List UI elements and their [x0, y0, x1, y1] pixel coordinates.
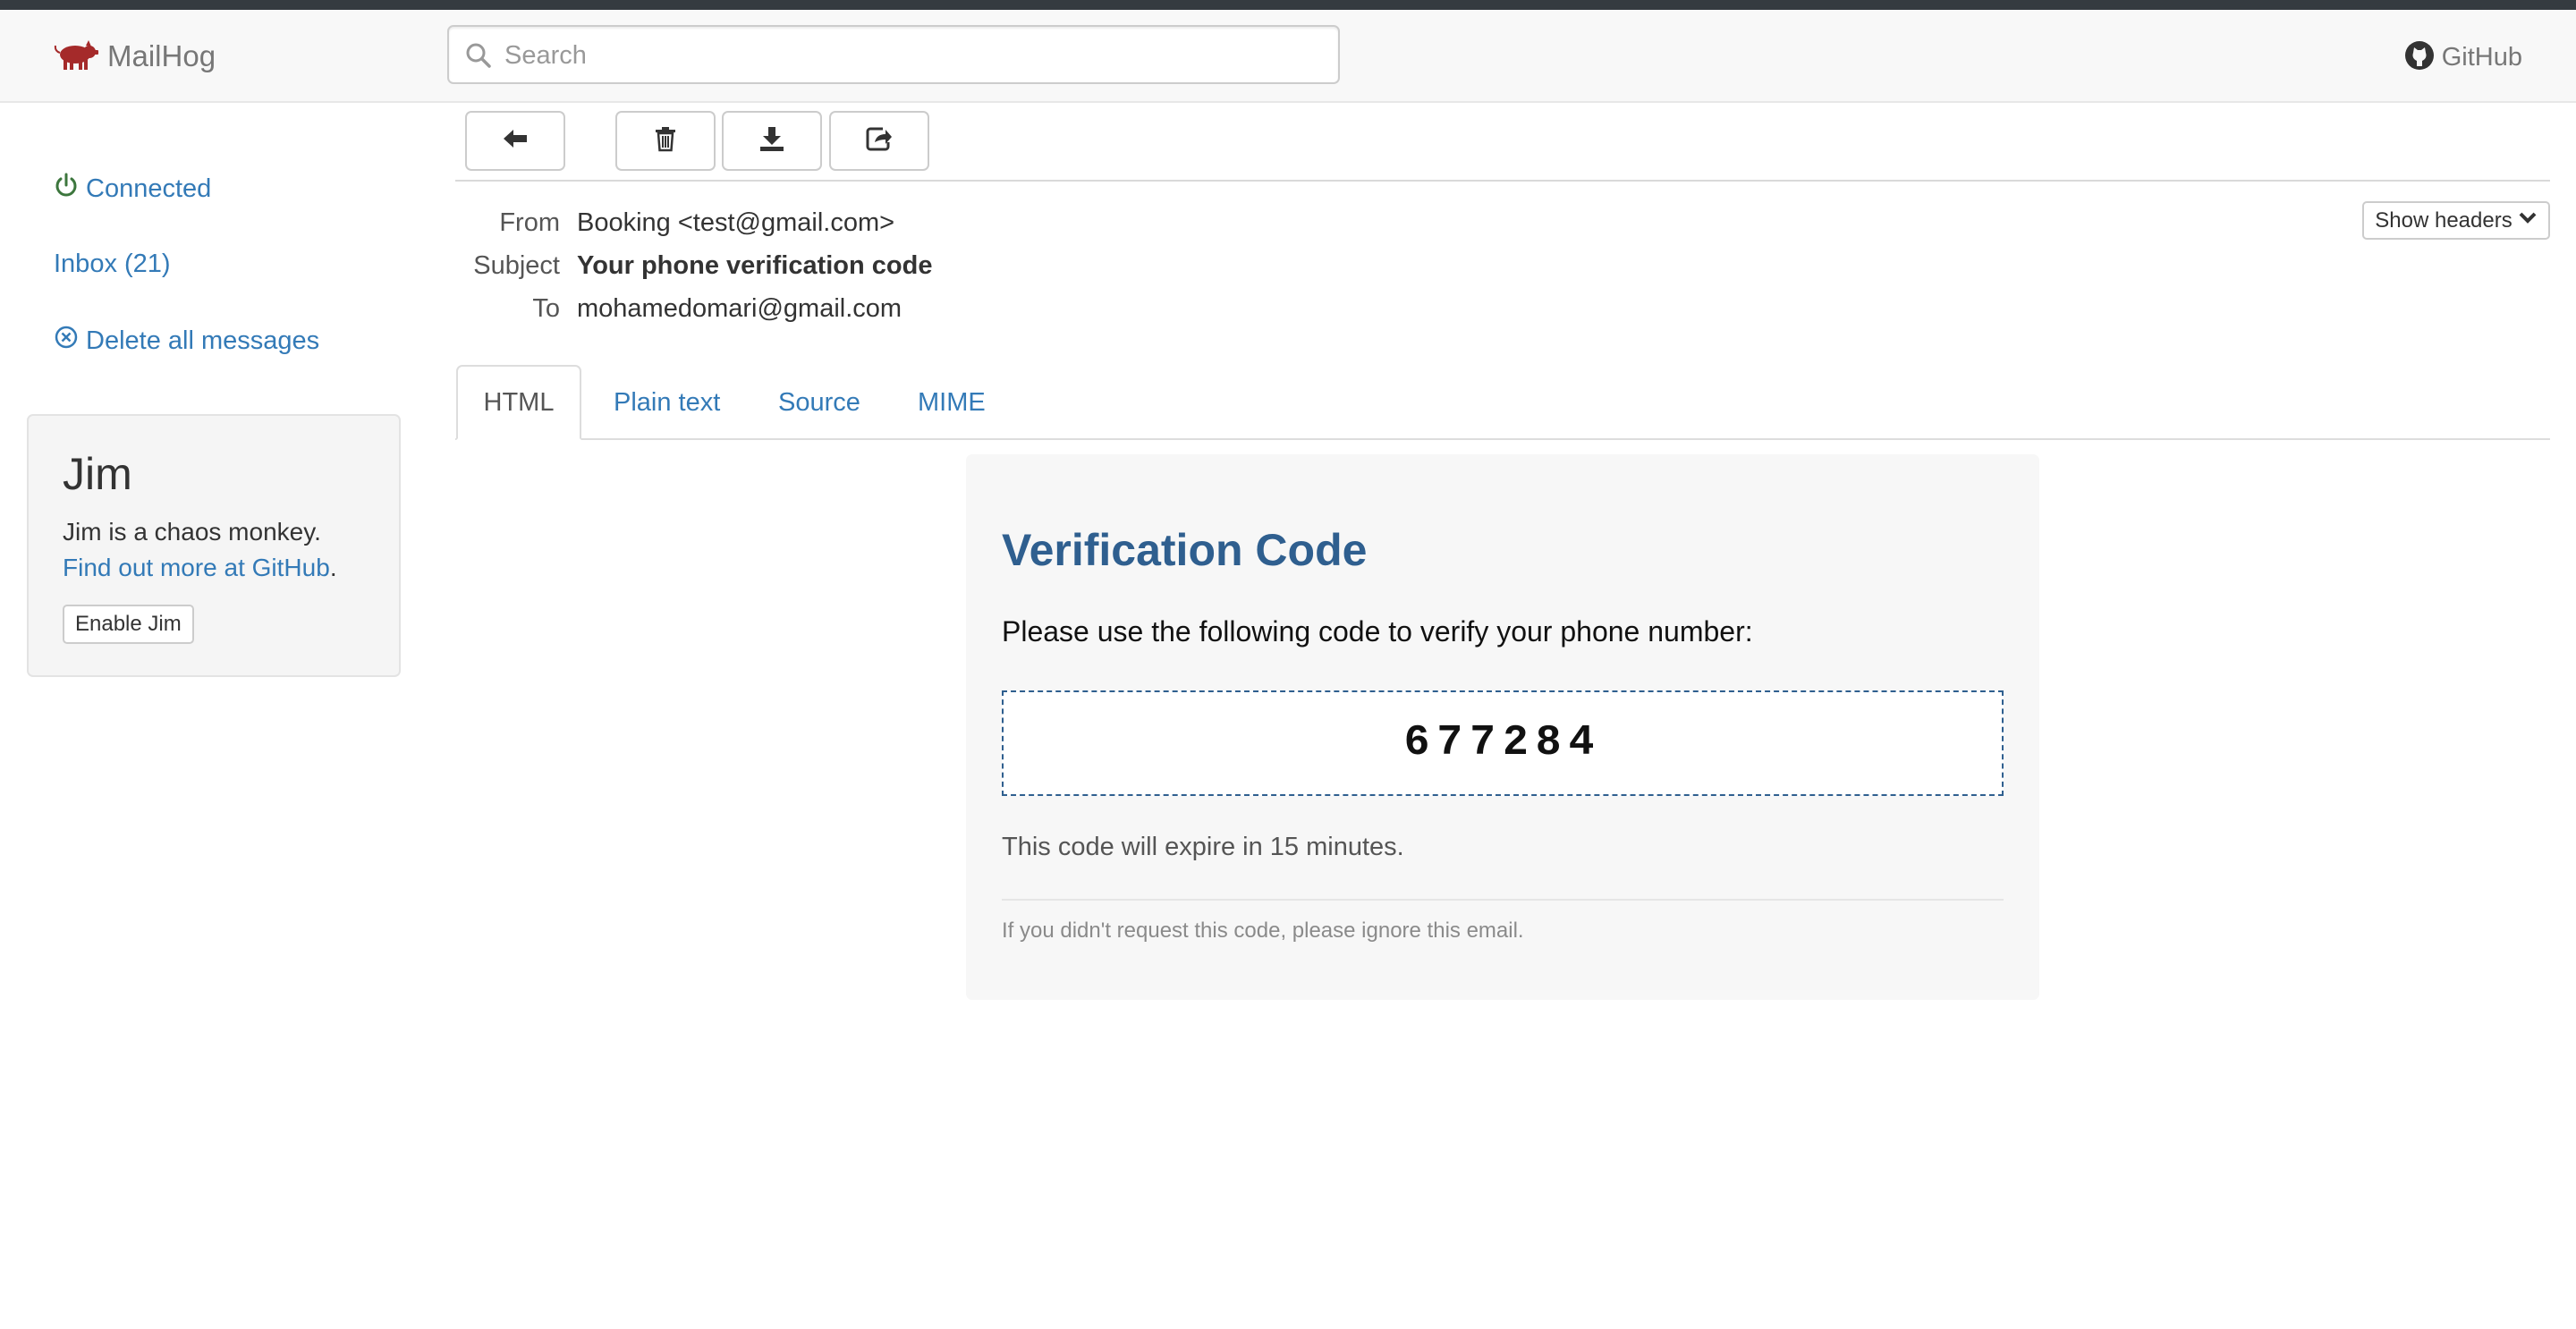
pig-icon	[54, 37, 98, 77]
power-icon	[54, 173, 79, 205]
inbox-link[interactable]: Inbox (21)	[54, 250, 171, 279]
email-divider	[1002, 899, 2004, 901]
tab-plain-text[interactable]: Plain text	[614, 365, 720, 440]
email-expire-note: This code will expire in 15 minutes.	[1002, 833, 1404, 861]
download-button[interactable]	[722, 111, 822, 171]
tab-mime-label: MIME	[918, 387, 986, 417]
to-label: To	[532, 294, 560, 323]
show-headers-button[interactable]: Show headers	[2362, 201, 2550, 240]
arrow-left-icon	[501, 124, 530, 157]
to-value: mohamedomari@gmail.com	[577, 294, 902, 323]
delete-all-label: Delete all messages	[86, 326, 320, 355]
search-input[interactable]	[503, 34, 1311, 77]
verification-code: 677284	[1403, 719, 1602, 767]
navbar: MailHog GitHub	[0, 10, 2576, 103]
brand-label: MailHog	[107, 39, 216, 72]
download-icon	[758, 124, 786, 157]
toolbar-divider	[455, 180, 2550, 182]
jim-panel: Jim Jim is a chaos monkey. Find out more…	[27, 414, 401, 677]
jim-link-line: Find out more at GitHub.	[63, 554, 337, 582]
email-footer: If you didn't request this code, please …	[1002, 918, 1524, 943]
delete-button[interactable]	[615, 111, 716, 171]
email-title: Verification Code	[1002, 525, 1368, 575]
trash-icon	[651, 124, 680, 157]
tab-source-label: Source	[778, 387, 860, 417]
from-value: Booking <test@gmail.com>	[577, 208, 895, 237]
inbox-label: Inbox (21)	[54, 250, 171, 278]
release-button[interactable]	[829, 111, 929, 171]
brand-link[interactable]: MailHog	[54, 37, 216, 76]
email-intro: Please use the following code to verify …	[1002, 615, 1753, 648]
connected-status[interactable]: Connected	[54, 173, 211, 205]
jim-description: Jim is a chaos monkey.	[63, 518, 321, 546]
github-icon	[2404, 40, 2435, 75]
subject-label: Subject	[473, 251, 560, 280]
github-link[interactable]: GitHub	[2404, 40, 2522, 75]
jim-github-link[interactable]: Find out more at GitHub	[63, 554, 330, 581]
search-box	[447, 25, 1340, 84]
tab-html-label: HTML	[483, 387, 555, 417]
circle-x-icon	[54, 325, 79, 357]
verification-code-box: 677284	[1002, 690, 2004, 796]
connected-label: Connected	[86, 174, 212, 203]
tab-source[interactable]: Source	[778, 365, 860, 440]
tab-mime[interactable]: MIME	[918, 365, 986, 440]
top-strip	[0, 0, 2576, 10]
enable-jim-button[interactable]: Enable Jim	[63, 605, 194, 644]
show-headers-label: Show headers	[2375, 207, 2512, 233]
back-button[interactable]	[465, 111, 565, 171]
github-label: GitHub	[2441, 43, 2522, 72]
delete-all-link[interactable]: Delete all messages	[54, 325, 319, 357]
chevron-down-icon	[2518, 207, 2538, 233]
email-body: Verification Code Please use the followi…	[966, 454, 2039, 1000]
share-icon	[865, 124, 894, 157]
jim-title: Jim	[63, 449, 132, 499]
subject-value: Your phone verification code	[577, 251, 933, 280]
tab-html[interactable]: HTML	[456, 365, 581, 440]
from-label: From	[499, 208, 560, 237]
tab-plain-text-label: Plain text	[614, 387, 721, 417]
jim-link-suffix: .	[329, 554, 337, 581]
tabs-divider	[455, 438, 2550, 440]
